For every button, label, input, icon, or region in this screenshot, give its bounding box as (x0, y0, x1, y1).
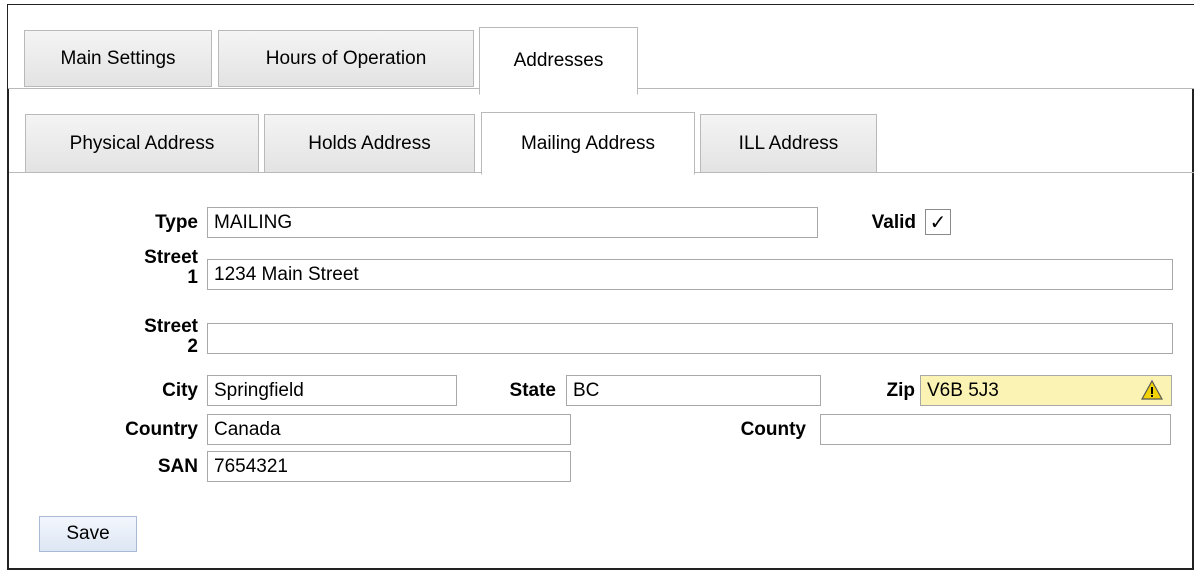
street2-field[interactable] (207, 323, 1173, 354)
tab-addresses[interactable]: Addresses (479, 27, 638, 95)
city-field[interactable] (207, 375, 457, 406)
tab-physical-address[interactable]: Physical Address (25, 114, 259, 173)
zip-label: Zip (886, 380, 916, 401)
tab-hours-of-operation[interactable]: Hours of Operation (218, 30, 474, 87)
zip-value: V6B 5J3 (927, 380, 999, 401)
warning-triangle-icon (1141, 379, 1163, 400)
street2-label-line2: 2 (187, 336, 198, 357)
zip-field[interactable]: V6B 5J3 (920, 375, 1172, 406)
main-tab-bar: Main Settings Hours of Operation Address… (8, 5, 1194, 95)
state-field[interactable] (566, 375, 821, 406)
tab-ill-address[interactable]: ILL Address (700, 114, 877, 173)
tab-mailing-address[interactable]: Mailing Address (481, 112, 695, 175)
country-field[interactable] (207, 414, 571, 445)
county-field[interactable] (820, 414, 1171, 445)
street1-label-line1: Street (144, 247, 198, 268)
tab-main-settings[interactable]: Main Settings (24, 30, 212, 87)
street2-label-line1: Street (144, 316, 198, 337)
street1-field[interactable] (207, 259, 1173, 290)
checkmark-icon: ✓ (929, 211, 947, 234)
type-label: Type (155, 212, 198, 233)
san-label: SAN (157, 456, 198, 477)
street1-label-line2: 1 (187, 267, 198, 288)
state-label: State (509, 380, 556, 401)
city-label: City (162, 380, 198, 401)
valid-label: Valid (871, 212, 916, 233)
type-field[interactable] (207, 207, 818, 238)
country-label: Country (125, 419, 198, 440)
san-field[interactable] (207, 451, 571, 482)
tab-holds-address[interactable]: Holds Address (264, 114, 475, 173)
county-label: County (740, 419, 806, 440)
save-button[interactable]: Save (39, 516, 137, 552)
street1-label: Street 1 (110, 248, 198, 288)
street2-label: Street 2 (110, 317, 198, 357)
valid-checkbox[interactable]: ✓ (925, 209, 951, 235)
